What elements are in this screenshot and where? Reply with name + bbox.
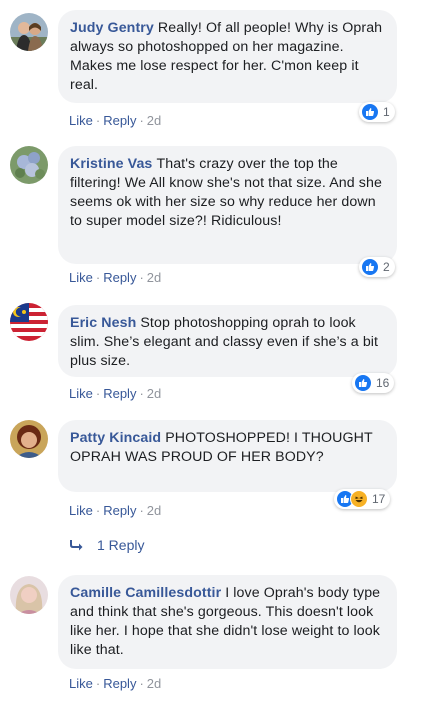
separator: · bbox=[95, 676, 101, 691]
reply-link[interactable]: Reply bbox=[103, 386, 136, 401]
reply-link[interactable]: Reply bbox=[103, 503, 136, 518]
like-link[interactable]: Like bbox=[69, 386, 93, 401]
separator: · bbox=[139, 676, 144, 691]
timestamp[interactable]: 2d bbox=[147, 503, 161, 518]
comment-actions: Like · Reply · 2d bbox=[69, 676, 161, 692]
replies-count-label[interactable]: 1 Reply bbox=[97, 537, 144, 553]
reply-link[interactable]: Reply bbox=[103, 270, 136, 285]
avatar[interactable] bbox=[10, 420, 48, 458]
avatar[interactable] bbox=[10, 303, 48, 341]
avatar[interactable] bbox=[10, 13, 48, 51]
reaction-count: 1 bbox=[383, 105, 390, 119]
comment-actions: Like · Reply · 2d bbox=[69, 113, 161, 129]
separator: · bbox=[139, 270, 144, 285]
comment-author[interactable]: Judy Gentry bbox=[70, 20, 154, 36]
comment-author[interactable]: Eric Nesh bbox=[70, 315, 136, 331]
separator: · bbox=[139, 386, 144, 401]
separator: · bbox=[139, 113, 144, 128]
like-reaction-icon bbox=[361, 258, 379, 276]
timestamp[interactable]: 2d bbox=[147, 270, 161, 285]
separator: · bbox=[139, 503, 144, 518]
comment-author[interactable]: Patty Kincaid bbox=[70, 430, 161, 446]
avatar[interactable] bbox=[10, 576, 48, 614]
comment-bubble: Kristine Vas That's crazy over the top th… bbox=[58, 146, 397, 264]
timestamp[interactable]: 2d bbox=[147, 113, 161, 128]
separator: · bbox=[95, 113, 101, 128]
like-link[interactable]: Like bbox=[69, 676, 93, 691]
reply-link[interactable]: Reply bbox=[103, 676, 136, 691]
like-link[interactable]: Like bbox=[69, 503, 93, 518]
comment-bubble: Patty Kincaid PHOTOSHOPPED! I THOUGHT OPR… bbox=[58, 420, 397, 492]
timestamp[interactable]: 2d bbox=[147, 386, 161, 401]
haha-reaction-icon bbox=[350, 490, 368, 508]
comment-bubble: Eric Nesh Stop photoshopping oprah to loo… bbox=[58, 305, 397, 377]
timestamp[interactable]: 2d bbox=[147, 676, 161, 691]
comment-author[interactable]: Camille Camillesdottir bbox=[70, 585, 221, 601]
separator: · bbox=[95, 503, 101, 518]
comment-bubble: Camille Camillesdottir I love Oprah's bod… bbox=[58, 575, 397, 669]
comment-actions: Like · Reply · 2d bbox=[69, 270, 161, 286]
comment-author[interactable]: Kristine Vas bbox=[70, 156, 152, 172]
reaction-summary[interactable]: 1 bbox=[359, 102, 395, 122]
like-reaction-icon bbox=[354, 374, 372, 392]
comment-bubble: Judy Gentry Really! Of all people! Why is… bbox=[58, 10, 397, 103]
comment-actions: Like · Reply · 2d bbox=[69, 503, 161, 519]
reaction-count: 16 bbox=[376, 376, 390, 390]
avatar[interactable] bbox=[10, 146, 48, 184]
reaction-summary[interactable]: 16 bbox=[352, 373, 395, 393]
like-link[interactable]: Like bbox=[69, 270, 93, 285]
separator: · bbox=[95, 386, 101, 401]
reply-link[interactable]: Reply bbox=[103, 113, 136, 128]
like-link[interactable]: Like bbox=[69, 113, 93, 128]
reaction-count: 17 bbox=[372, 492, 386, 506]
reaction-summary[interactable]: 17 bbox=[334, 489, 391, 509]
view-replies-link[interactable]: 1 Reply bbox=[69, 537, 144, 553]
reaction-summary[interactable]: 2 bbox=[359, 257, 395, 277]
comment-actions: Like · Reply · 2d bbox=[69, 386, 161, 402]
separator: · bbox=[95, 270, 101, 285]
reply-arrow-icon bbox=[69, 539, 85, 551]
reaction-count: 2 bbox=[383, 260, 390, 274]
like-reaction-icon bbox=[361, 103, 379, 121]
